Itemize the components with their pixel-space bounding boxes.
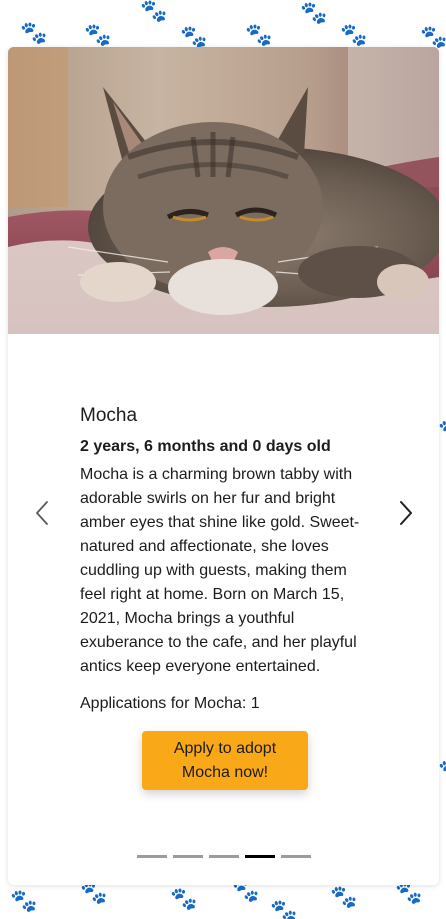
pet-carousel-card: Mocha 2 years, 6 months and 0 days old M…: [8, 47, 439, 885]
carousel-indicator-1[interactable]: [136, 855, 167, 858]
paw-print-icon: 🐾: [438, 420, 446, 442]
paw-print-icon: 🐾: [300, 0, 328, 25]
paw-print-icon: 🐾: [245, 22, 273, 47]
paw-print-icon: 🐾: [84, 22, 112, 47]
carousel-indicator-4[interactable]: [244, 855, 275, 858]
paw-print-icon: 🐾: [20, 20, 48, 45]
paw-print-icon: 🐾: [170, 886, 198, 911]
paw-print-icon: 🐾: [330, 884, 358, 909]
paw-print-icon: 🐾: [420, 24, 446, 49]
carousel-indicators: [8, 855, 439, 858]
pet-description: Mocha is a charming brown tabby with ado…: [80, 466, 360, 675]
paw-print-icon: 🐾: [10, 888, 38, 913]
carousel-indicator-3[interactable]: [208, 855, 239, 858]
chevron-right-icon: [400, 501, 412, 525]
pet-details: Mocha 2 years, 6 months and 0 days old M…: [80, 405, 370, 790]
apply-button-label-line2: Mocha now!: [181, 764, 269, 781]
apply-to-adopt-button[interactable]: Apply to adopt Mocha now!: [142, 731, 308, 790]
pet-age: 2 years, 6 months and 0 days old: [80, 438, 331, 455]
pet-photo: [8, 47, 439, 334]
paw-print-icon: 🐾: [140, 0, 168, 23]
paw-print-icon: 🐾: [395, 880, 423, 905]
paw-print-icon: 🐾: [80, 880, 108, 905]
carousel-indicator-2[interactable]: [172, 855, 203, 858]
pet-name: Mocha: [80, 405, 138, 426]
paw-print-icon: 🐾: [180, 24, 208, 49]
carousel-indicator-5[interactable]: [280, 855, 311, 858]
paw-print-icon: 🐾: [270, 898, 298, 919]
chevron-left-icon: [36, 501, 48, 525]
paw-print-icon: 🐾: [438, 760, 446, 782]
carousel-next-button[interactable]: [392, 493, 422, 533]
carousel-prev-button[interactable]: [30, 493, 60, 533]
application-count: Applications for Mocha: 1: [80, 695, 260, 712]
apply-button-label-line1: Apply to adopt: [173, 740, 277, 757]
paw-print-icon: 🐾: [340, 22, 368, 47]
